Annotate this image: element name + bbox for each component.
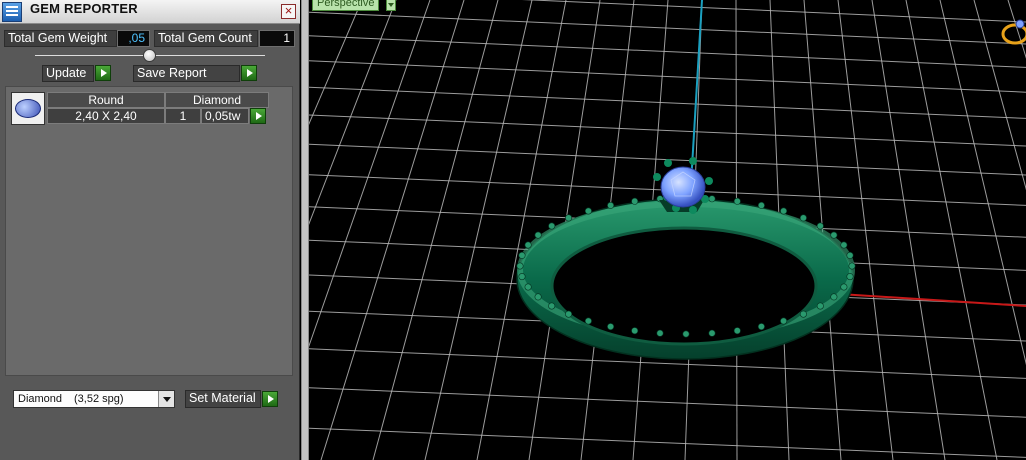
pave-bead [534,231,542,239]
set-material-arrow-icon[interactable] [262,391,278,407]
prong [664,159,672,167]
update-arrow-icon[interactable] [95,65,111,81]
pave-bead [565,310,573,318]
prong [653,173,661,181]
pave-bead [516,262,524,270]
gem-material-header: Diamond [165,92,269,108]
gem-weight-cell: 0,05tw [201,108,249,124]
update-button[interactable]: Update [42,65,94,82]
pave-bead [840,241,848,249]
grid-line [424,0,533,460]
pave-bead [780,317,788,325]
material-select-density: (3,52 spg) [74,393,124,405]
material-select-name: Diamond [18,393,63,405]
pave-bead [524,241,532,249]
chevron-down-icon[interactable] [158,391,174,407]
prong [689,157,697,165]
pave-bead [548,222,556,230]
pave-bead [846,273,854,281]
pave-bead [757,201,765,209]
gem-reporter-panel: GEM REPORTER × Total Gem Weight ,05 Tota… [0,0,300,460]
grid-line [309,387,1026,418]
perspective-view-label[interactable]: Perspective [312,0,380,11]
pave-bead [518,251,526,259]
grid-line [973,0,1026,191]
total-gem-weight-label: Total Gem Weight [4,30,117,47]
pave-bead [518,273,526,281]
pave-bead [631,327,639,335]
pave-bead [816,302,824,310]
gem-shape-header: Round [47,92,165,108]
pave-bead [816,222,824,230]
pave-bead [708,329,716,337]
ring-inner-opening [550,226,818,346]
pave-bead [584,207,592,215]
save-report-button[interactable]: Save Report [133,65,240,82]
ring-model[interactable] [516,157,856,360]
gem-row-arrow-icon[interactable] [250,108,266,124]
panel-title: GEM REPORTER [30,1,138,16]
pave-bead [656,329,664,337]
ring-view-icon[interactable] [1001,19,1026,45]
round-gem-icon [15,99,41,118]
pave-bead [565,214,573,222]
grid-line [1007,0,1026,59]
set-material-button[interactable]: Set Material [185,390,261,408]
pave-bead [757,323,765,331]
view-menu-chevron-icon[interactable] [386,0,396,11]
close-icon[interactable]: × [281,4,296,19]
prong [705,177,713,185]
grid-line [309,0,363,126]
material-select[interactable]: Diamond (3,52 spg) [13,390,175,408]
viewport-canvas[interactable] [309,0,1026,460]
pave-bead [607,201,615,209]
pave-bead [584,317,592,325]
save-report-arrow-icon[interactable] [241,65,257,81]
gem-thumbnail[interactable] [11,92,45,125]
pave-bead [524,283,532,291]
pave-bead [830,293,838,301]
grid-line [309,427,1026,458]
panel-splitter[interactable] [301,0,309,460]
pave-bead [548,302,556,310]
perspective-viewport[interactable]: Perspective [309,0,1026,460]
grid-line [309,86,1026,119]
diamond-gem[interactable] [660,166,706,208]
pave-bead [682,330,690,338]
grid-line [309,35,1026,68]
total-gem-count-label: Total Gem Count [154,30,258,47]
pave-bead [780,207,788,215]
pave-bead [830,231,838,239]
pave-bead [708,195,716,203]
gem-size-cell: 2,40 X 2,40 [47,108,165,124]
grid-line [905,0,998,460]
pave-bead [534,293,542,301]
grid-line [309,114,1026,147]
pave-bead [846,251,854,259]
pave-bead [848,262,856,270]
gem-count-cell: 1 [165,108,201,124]
pave-bead [607,323,615,331]
pave-bead [733,197,741,205]
pave-bead [733,327,741,335]
gem-list: Round Diamond 2,40 X 2,40 1 0,05tw [5,86,293,376]
pave-bead [631,197,639,205]
pave-bead [840,283,848,291]
pave-bead [799,214,807,222]
grid-line [871,0,946,460]
size-slider-thumb[interactable] [143,49,156,62]
total-gem-count-value: 1 [259,30,295,47]
pave-bead [799,310,807,318]
gem-reporter-icon [2,2,22,22]
panel-titlebar[interactable]: GEM REPORTER × [0,0,300,24]
prong [689,206,697,214]
total-gem-weight-value: ,05 [117,30,150,47]
